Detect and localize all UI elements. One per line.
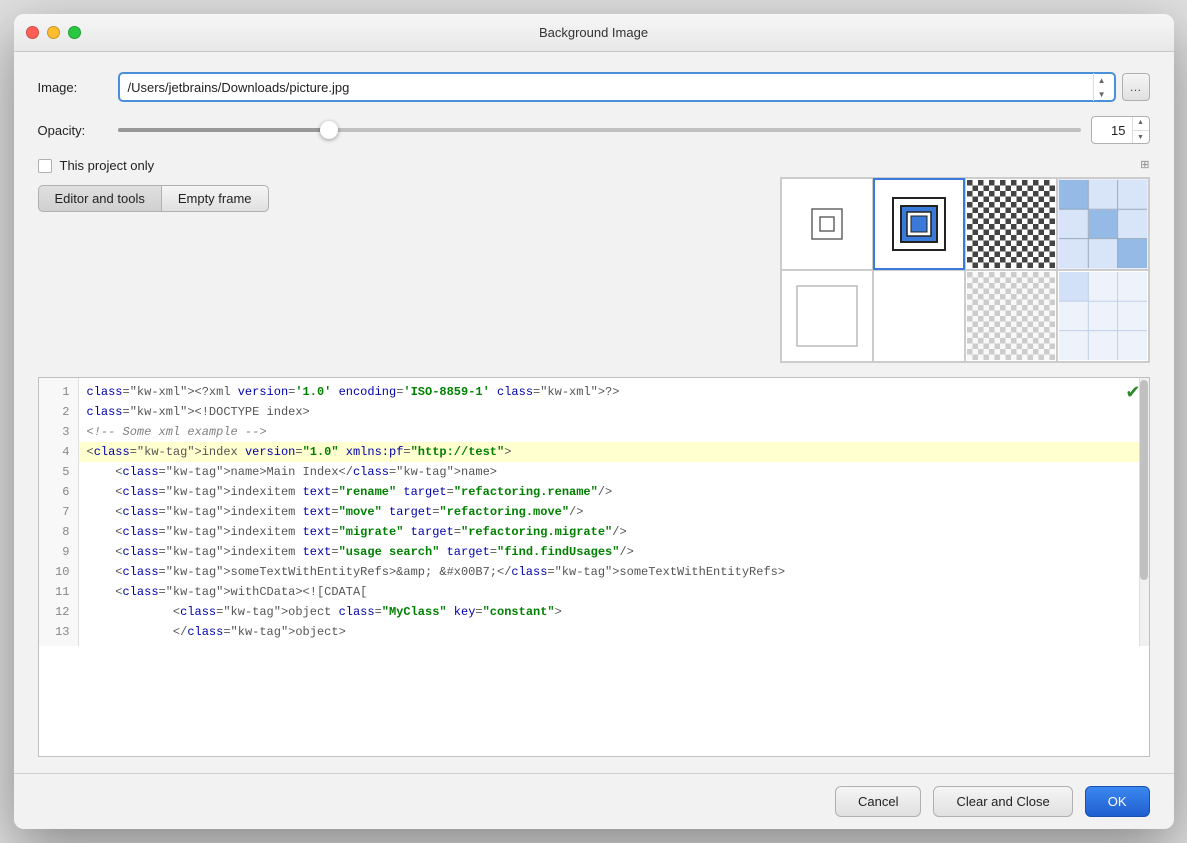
image-spinner-down[interactable]: ▼ — [1098, 87, 1106, 101]
checkmark-icon: ✔ — [1125, 382, 1140, 403]
opacity-row: Opacity: 15 ▲ ▼ — [38, 116, 1150, 144]
preview-icon-tile — [967, 180, 1055, 268]
preview-cell-tile[interactable] — [965, 178, 1057, 270]
preview-cell-grid[interactable] — [1057, 178, 1149, 270]
middle-section: This project only Editor and tools Empty… — [38, 158, 1150, 363]
slider-thumb[interactable] — [320, 121, 338, 139]
project-only-checkbox[interactable] — [38, 159, 52, 173]
preview-hint-icon: ⊞ — [1140, 158, 1149, 171]
tab-group: Editor and tools Empty frame — [38, 185, 780, 212]
image-input-field[interactable]: /Users/jetbrains/Downloads/picture.jpg ▲… — [118, 72, 1116, 102]
preview-icon-light-grid — [1059, 272, 1147, 360]
window-controls — [26, 26, 81, 39]
dialog-content: Image: /Users/jetbrains/Downloads/pictur… — [14, 52, 1174, 773]
dialog-footer: Cancel Clear and Close OK — [14, 773, 1174, 829]
image-spinner-up[interactable]: ▲ — [1098, 73, 1106, 87]
preview-cell-outline[interactable] — [781, 270, 873, 362]
preview-cell-none[interactable] — [781, 178, 873, 270]
preview-cell-plain[interactable] — [873, 270, 965, 362]
tab-editor-tools[interactable]: Editor and tools — [38, 185, 161, 212]
editor-content: 12345678910111213 class="kw-xml"><?xml v… — [39, 378, 1149, 646]
ok-button[interactable]: OK — [1085, 786, 1150, 817]
project-only-label: This project only — [60, 158, 155, 173]
opacity-slider[interactable] — [118, 128, 1081, 132]
left-controls: This project only Editor and tools Empty… — [38, 158, 780, 212]
cancel-button[interactable]: Cancel — [835, 786, 921, 817]
preview-icon-grid — [1059, 180, 1147, 268]
slider-fill — [118, 128, 330, 132]
opacity-spinner[interactable]: 15 ▲ ▼ — [1091, 116, 1150, 144]
preview-icon-center — [889, 194, 949, 254]
browse-button[interactable]: … — [1122, 73, 1150, 101]
preview-cell-light-grid[interactable] — [1057, 270, 1149, 362]
window-title: Background Image — [539, 25, 648, 40]
preview-area: ⊞ — [780, 158, 1150, 363]
close-button[interactable] — [26, 26, 39, 39]
image-row: Image: /Users/jetbrains/Downloads/pictur… — [38, 72, 1150, 102]
opacity-down-arrow[interactable]: ▼ — [1133, 131, 1149, 145]
tab-empty-frame[interactable]: Empty frame — [161, 185, 269, 212]
opacity-label: Opacity: — [38, 123, 108, 138]
image-input-wrapper: /Users/jetbrains/Downloads/picture.jpg ▲… — [118, 72, 1150, 102]
preview-cell-light-tile[interactable] — [965, 270, 1057, 362]
image-path-text: /Users/jetbrains/Downloads/picture.jpg — [128, 80, 350, 95]
minimize-button[interactable] — [47, 26, 60, 39]
opacity-arrows: ▲ ▼ — [1132, 116, 1149, 144]
image-label: Image: — [38, 80, 108, 95]
preview-cell-center[interactable] — [873, 178, 965, 270]
preview-icon-outline — [792, 281, 862, 351]
image-spinner[interactable]: ▲ ▼ — [1093, 73, 1106, 101]
code-lines[interactable]: class="kw-xml"><?xml version='1.0' encod… — [79, 378, 1139, 646]
opacity-value: 15 — [1092, 123, 1132, 138]
clear-close-button[interactable]: Clear and Close — [933, 786, 1072, 817]
preview-icon-light-tile — [967, 272, 1055, 360]
editor-scrollbar[interactable] — [1139, 378, 1149, 646]
preview-grid — [780, 177, 1150, 363]
title-bar: Background Image — [14, 14, 1174, 52]
maximize-button[interactable] — [68, 26, 81, 39]
scrollbar-thumb[interactable] — [1140, 380, 1148, 580]
code-editor: 12345678910111213 class="kw-xml"><?xml v… — [38, 377, 1150, 757]
opacity-up-arrow[interactable]: ▲ — [1133, 116, 1149, 131]
checkbox-row: This project only — [38, 158, 780, 173]
line-numbers: 12345678910111213 — [39, 378, 79, 646]
preview-icon-none — [807, 204, 847, 244]
dialog-background-image: Background Image Image: /Users/jetbrains… — [14, 14, 1174, 829]
